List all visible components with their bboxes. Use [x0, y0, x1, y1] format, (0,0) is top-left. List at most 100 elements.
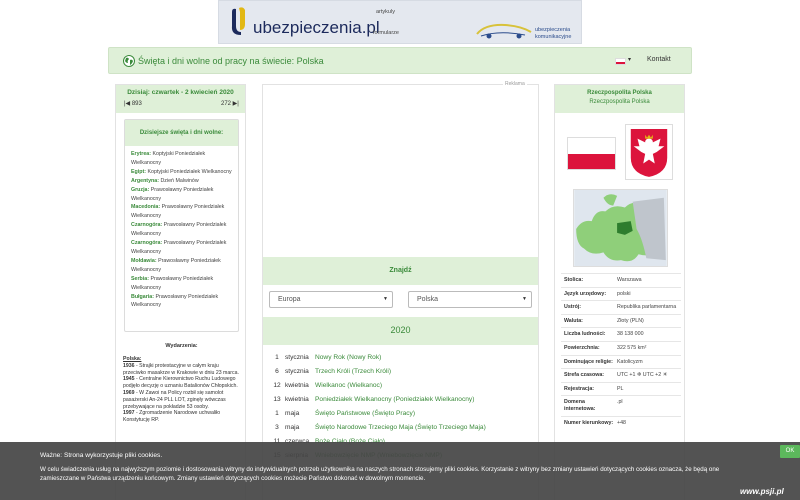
country-fact-row: Waluta: Złoty (PLN)	[561, 313, 681, 328]
fact-value: UTC +1 ❄ UTC +2 ☀	[617, 372, 668, 379]
ad-label: Reklama	[503, 81, 527, 87]
today-holiday-country[interactable]: Argentyna:	[131, 178, 159, 184]
watermark: www.psji.pl	[740, 487, 784, 496]
fact-label: Waluta:	[564, 317, 583, 324]
chevron-down-icon[interactable]: ▾	[628, 56, 631, 63]
holiday-name-link[interactable]: Nowy Rok (Nowy Rok)	[315, 354, 381, 361]
fact-value: Katolicyzm	[617, 358, 643, 365]
fact-label: Domena internetowa:	[564, 399, 596, 412]
chevron-down-icon: ▼	[383, 296, 388, 302]
fact-label: Dominujące religie:	[564, 358, 613, 365]
next-day-link[interactable]: 272 ▶|	[221, 100, 239, 107]
fact-label: Liczba ludności:	[564, 331, 606, 338]
country-panel-header: Rzeczpospolita Polska Rzeczpospolita Pol…	[555, 85, 684, 113]
holiday-row: 13 kwietnia Poniedziałek Wielkanocny (Poni…	[269, 393, 534, 407]
holiday-day: 1	[275, 410, 279, 417]
today-holiday-item: Argentyna: Dzień Malwinów	[131, 177, 232, 186]
fact-label: Numer kierunkowy:	[564, 419, 614, 426]
holiday-month: maja	[285, 410, 300, 417]
find-heading: Znajdź	[263, 257, 538, 285]
events-list: Polska: 1936 - Strajki protestacyjne w c…	[123, 356, 241, 424]
event-item: 1936 - Strajki protestacyjne w całym kra…	[123, 363, 241, 377]
country-flag	[567, 137, 616, 170]
today-holiday-country[interactable]: Gruzja:	[131, 187, 149, 193]
articles-link[interactable]: artykuly	[376, 9, 395, 15]
event-item: 1997 - Zgromadzenie Narodowe uchwaliło K…	[123, 410, 241, 424]
country-fact-row: Numer kierunkowy: +48	[561, 415, 681, 430]
country-panel: Rzeczpospolita Polska Rzeczpospolita Pol…	[554, 84, 685, 500]
cookie-banner: Ważne: Strona wykorzystuje pliki cookies…	[0, 442, 800, 500]
event-text: - Zgromadzenie Narodowe uchwaliło Konsty…	[123, 410, 221, 424]
holiday-row: 12 kwietnia Wielkanoc (Wielkanoc)	[269, 379, 534, 393]
today-holiday-name: Dzień Malwinów	[158, 177, 199, 184]
country-fact-row: Domena internetowa: .pl	[561, 395, 681, 415]
insurance-line1: ubezpieczenia	[535, 27, 571, 33]
contact-link[interactable]: Kontakt	[647, 56, 671, 63]
today-holiday-country[interactable]: Bułgaria:	[131, 294, 154, 300]
top-banner[interactable]: ubezpieczenia.pl artykuly formularze ube…	[218, 0, 582, 44]
language-flag-icon[interactable]	[615, 58, 626, 65]
events-country: Polska:	[123, 356, 142, 362]
today-holiday-item: Serbia: Prawosławny Poniedziałek Wielkan…	[131, 275, 232, 293]
holiday-day: 3	[275, 424, 279, 431]
fact-value: Złoty (PLN)	[617, 317, 644, 324]
holiday-month: stycznia	[285, 368, 309, 375]
fact-value: 322 575 km²	[617, 344, 647, 351]
event-year: 1945	[123, 376, 135, 383]
navbar: Święta i dni wolne od pracy na świecie: …	[108, 47, 692, 74]
insurance-link[interactable]: ubezpieczenia komunikacyjne	[535, 27, 571, 40]
today-holiday-country[interactable]: Mołdawia:	[131, 258, 157, 264]
insurance-line2: komunikacyjne	[535, 33, 572, 40]
country-fact-row: Powierzchnia: 322 575 km²	[561, 340, 681, 355]
today-box: Dzisiaj: czwartek - 2 kwiecień 2020	[116, 85, 245, 113]
today-holidays-box: Dzisiejsze święta i dni wolne: Erytrea: …	[124, 119, 239, 332]
holiday-name-link[interactable]: Trzech Króli (Trzech Króli)	[315, 368, 391, 375]
fact-value: Warszawa	[617, 277, 642, 283]
today-holiday-country[interactable]: Serbia:	[131, 276, 149, 282]
today-holiday-country[interactable]: Czarnogóra:	[131, 240, 162, 246]
fact-label: Powierzchnia:	[564, 344, 600, 351]
fact-value: PL	[617, 385, 624, 392]
cookie-title: Ważne: Strona wykorzystuje pliki cookies…	[40, 452, 163, 459]
holiday-day: 13	[273, 396, 281, 403]
prev-day-link[interactable]: |◀ 893	[124, 100, 142, 107]
fact-value: 38 138 000	[617, 331, 644, 338]
country-value: Polska	[417, 296, 439, 303]
holiday-name-link[interactable]: Święto Państwowe (Święto Pracy)	[315, 410, 415, 417]
today-holiday-item: Mołdawia: Prawosławny Poniedziałek Wielk…	[131, 257, 232, 275]
logo-text: ubezpieczenia.pl	[253, 18, 380, 37]
prev-count: 893	[131, 101, 142, 107]
event-year: 1936	[123, 362, 135, 369]
cookie-text: W celu świadczenia usług na najwyższym p…	[40, 466, 720, 482]
event-year: 1969	[123, 389, 135, 396]
fact-value: +48	[617, 419, 626, 426]
page-title: Święta i dni wolne od pracy na świecie: …	[138, 56, 324, 66]
fact-label: Ustrój:	[564, 304, 582, 311]
today-holiday-country[interactable]: Macedonia:	[131, 204, 160, 210]
today-holiday-item: Erytrea: Koptyjski Poniedziałek Wielkano…	[131, 150, 232, 168]
country-map	[573, 189, 668, 267]
holiday-name-link[interactable]: Poniedziałek Wielkanocny (Poniedziałek W…	[315, 396, 474, 403]
cookie-ok-button[interactable]: OK	[780, 445, 800, 458]
forms-link[interactable]: formularze	[373, 30, 399, 36]
holiday-month: kwietnia	[285, 396, 309, 403]
year-heading: 2020	[263, 317, 538, 345]
continent-select[interactable]: Europa ▼	[269, 291, 393, 308]
country-fact-row: Rejestracja: PL	[561, 381, 681, 396]
left-sidebar: Dzisiaj: czwartek - 2 kwiecień 2020 |◀ 8…	[115, 84, 246, 500]
today-holiday-country[interactable]: Czarnogóra:	[131, 222, 162, 228]
holiday-month: maja	[285, 424, 300, 431]
today-holiday-country[interactable]: Erytrea:	[131, 151, 151, 157]
holiday-day: 6	[275, 368, 279, 375]
events-heading: Wydarzenia:	[165, 343, 198, 349]
holiday-name-link[interactable]: Święto Narodowe Trzeciego Maja (Święto T…	[315, 424, 486, 431]
fact-label: Strefa czasowa:	[564, 372, 605, 379]
holiday-name-link[interactable]: Wielkanoc (Wielkanoc)	[315, 382, 382, 389]
country-official-name: Rzeczpospolita Polska	[587, 90, 652, 96]
today-holiday-country[interactable]: Egipt:	[131, 169, 146, 175]
event-text: - Centralne Kierownictwo Ruchu Ludowego …	[123, 376, 238, 390]
country-select[interactable]: Polska ▼	[408, 291, 532, 308]
main-content: Reklama Znajdź Europa ▼ Polska ▼ 2020 1 s…	[262, 81, 539, 500]
globe-icon	[123, 55, 135, 67]
today-holiday-item: Czarnogóra: Prawosławny Poniedziałek Wie…	[131, 239, 232, 257]
